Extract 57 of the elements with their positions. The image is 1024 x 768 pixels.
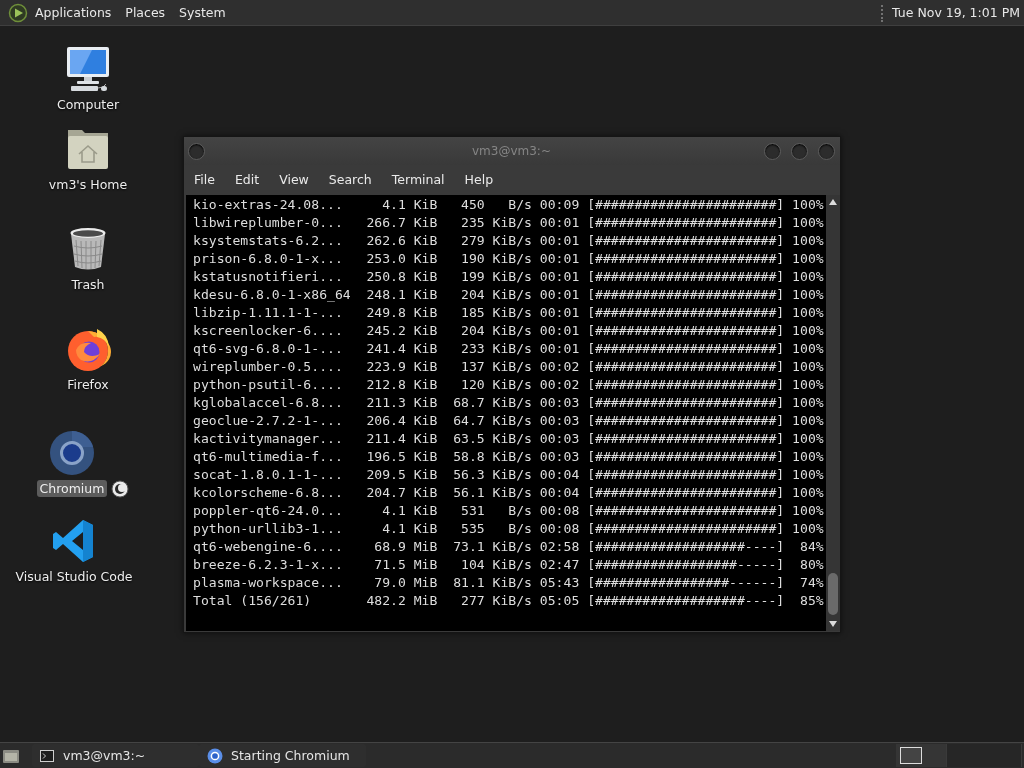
workspace-switcher[interactable] [896,744,1022,767]
minimize-button[interactable] [764,142,781,160]
menu-item[interactable]: Terminal [381,165,455,195]
window-thumbnail [900,747,922,764]
panel-menu[interactable]: System [172,0,233,25]
scrollbar-thumb[interactable] [828,573,838,615]
terminal-line: geoclue-2.7.2-1-... 206.4 KiB 64.7 KiB/s 00:03 [#######################] 100% [193,412,825,430]
terminal-line: socat-1.8.0.1-1-... 209.5 KiB 56.3 KiB/s 00:04 [#######################] 100% [193,466,825,484]
terminal-line: kdesu-6.8.0-1-x86_64 248.1 KiB 204 KiB/s 00:01 [#######################] 100% [193,286,825,304]
terminal-line: libzip-1.11.1-1-... 249.8 KiB 185 KiB/s 00:01 [#######################] 100% [193,304,825,322]
clock[interactable]: Tue Nov 19, 1:01 PM [892,5,1020,20]
panel-menu[interactable]: Places [118,0,173,25]
terminal-line: kscreenlocker-6.... 245.2 KiB 204 KiB/s 00:01 [#######################] 100% [193,322,825,340]
terminal-line: ksystemstats-6.2... 262.6 KiB 279 KiB/s 00:01 [#######################] 100% [193,232,825,250]
terminal-line: Total (156/261) 482.2 MiB 277 KiB/s 05:05 [###################----] 85% [193,592,825,610]
terminal-line: libwireplumber-0... 266.7 KiB 235 KiB/s 00:01 [#######################] 100% [193,214,825,232]
terminal-line: python-psutil-6.... 212.8 KiB 120 KiB/s 00:02 [#######################] 100% [193,376,825,394]
terminal-line: kcolorscheme-6.8... 204.7 KiB 56.1 KiB/s 00:04 [#######################] 100% [193,484,825,502]
terminal-line: python-urllib3-1... 4.1 KiB 535 B/s 00:08 [#######################] 100% [193,520,825,538]
terminal-line: prison-6.8.0-1-x... 253.0 KiB 190 KiB/s 00:01 [#######################] 100% [193,250,825,268]
terminal-line: poppler-qt6-24.0... 4.1 KiB 531 B/s 00:08 [#######################] 100% [193,502,825,520]
terminal-line: breeze-6.2.3-1-x... 71.5 MiB 104 KiB/s 02:47 [##################-----] 80% [193,556,825,574]
menu-item[interactable]: View [269,165,319,195]
menu-logo-icon[interactable] [8,2,28,23]
close-button[interactable] [818,142,835,160]
terminal-line: qt6-svg-6.8.0-1-... 241.4 KiB 233 KiB/s 00:01 [#######################] 100% [193,340,825,358]
scrollbar[interactable] [826,195,840,631]
terminal-line: kactivitymanager... 211.4 KiB 63.5 KiB/s 00:03 [#######################] 100% [193,430,825,448]
menu-item[interactable]: File [184,165,225,195]
menu-item[interactable]: Search [318,165,382,195]
terminal-line: wireplumber-0.5.... 223.9 KiB 137 KiB/s 00:02 [#######################] 100% [193,358,825,376]
icon-label[interactable]: Computer [53,96,123,113]
terminal-line: kglobalaccel-6.8... 211.3 KiB 68.7 KiB/s 00:03 [#######################] 100% [193,394,825,412]
terminal-line: qt6-multimedia-f... 196.5 KiB 58.8 KiB/s 00:03 [#######################] 100% [193,448,825,466]
window-menu-button[interactable] [188,142,205,160]
menu-item[interactable]: Edit [224,165,270,195]
icon-label[interactable]: Firefox [64,376,112,393]
panel-menu[interactable]: Applications [28,0,119,25]
grip-icon [880,3,885,22]
chromium-icon[interactable] [48,430,96,476]
menu-item[interactable]: Help [454,165,504,195]
workspace-pane[interactable] [896,744,947,767]
icon-label[interactable]: Visual Studio Code [12,568,136,585]
maximize-button[interactable] [791,142,808,160]
icon-label[interactable]: Chromium [36,480,108,497]
terminal-line: qt6-webengine-6.... 68.9 MiB 73.1 KiB/s 02:58 [###################----] 84% [193,538,825,556]
terminal-line: kstatusnotifieri... 250.8 KiB 199 KiB/s 00:01 [#######################] 100% [193,268,825,286]
icon-label[interactable]: vm3's Home [45,176,131,193]
terminal-line: kio-extras-24.08... 4.1 KiB 450 B/s 00:09 [#######################] 100% [193,196,825,214]
icon-label[interactable]: Trash [68,276,108,293]
monitor-icon[interactable] [64,46,112,92]
up-arrow-icon[interactable] [828,198,838,206]
window-title: vm3@vm3:~ [472,144,551,158]
down-arrow-icon[interactable] [828,620,838,628]
terminal-line: plasma-workspace... 79.0 MiB 81.1 KiB/s 05:43 [#################------] 74% [193,574,825,592]
terminal-icon [40,749,54,762]
chromium-icon [207,747,223,764]
